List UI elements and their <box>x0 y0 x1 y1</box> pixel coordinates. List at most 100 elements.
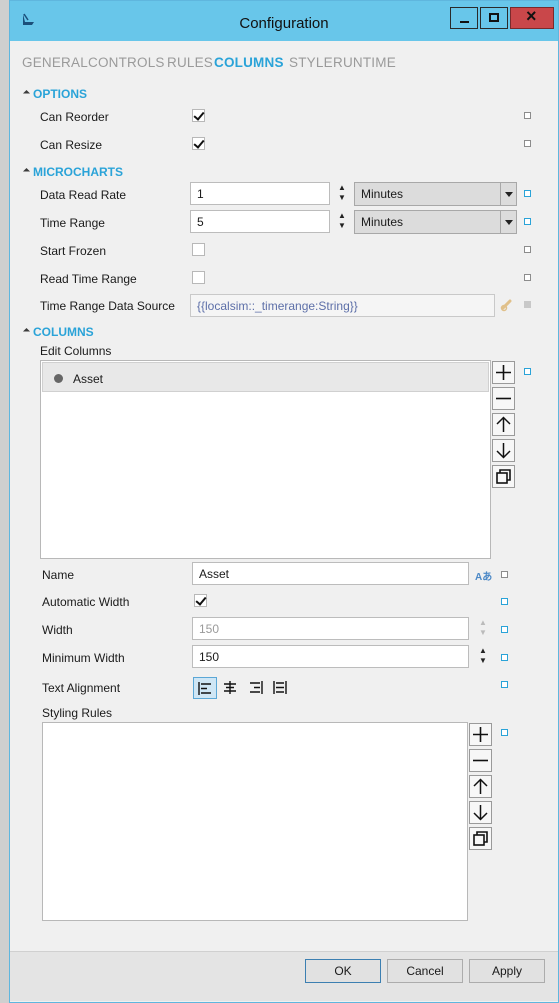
maximize-button[interactable] <box>480 7 508 29</box>
column-bullet-icon <box>54 374 63 383</box>
read-time-range-label: Read Time Range <box>40 272 137 286</box>
duplicate-column-button[interactable] <box>492 465 515 488</box>
data-read-rate-input[interactable]: 1 <box>190 182 330 205</box>
time-range-unit-value: Minutes <box>361 215 404 229</box>
minimize-icon <box>460 21 469 23</box>
collapse-triangle-icon <box>22 167 31 176</box>
minus-icon <box>473 759 488 762</box>
remove-styling-rule-button[interactable] <box>469 749 492 772</box>
tab-runtime[interactable]: RUNTIME <box>333 55 396 70</box>
can-resize-checkbox[interactable] <box>192 137 205 150</box>
options-header-label: OPTIONS <box>33 87 88 101</box>
minimum-width-spinner[interactable]: ▲ ▼ <box>478 646 488 668</box>
data-read-rate-binding-marker[interactable] <box>524 190 531 197</box>
title-bar[interactable]: Configuration × <box>10 1 558 41</box>
time-range-spinner[interactable]: ▲ ▼ <box>337 211 347 233</box>
automatic-width-checkbox[interactable] <box>194 594 207 607</box>
align-justify-button[interactable] <box>269 677 293 699</box>
microcharts-header-label: MICROCHARTS <box>33 165 123 179</box>
data-read-rate-unit-value: Minutes <box>361 187 404 201</box>
ok-button[interactable]: OK <box>305 959 381 983</box>
copy-icon <box>496 469 511 484</box>
styling-rules-binding-marker[interactable] <box>501 729 508 736</box>
add-styling-rule-button[interactable] <box>469 723 492 746</box>
styling-rules-list[interactable] <box>42 722 468 921</box>
duplicate-styling-rule-button[interactable] <box>469 827 492 850</box>
can-resize-label: Can Resize <box>40 138 103 152</box>
can-reorder-checkbox[interactable] <box>192 109 205 122</box>
width-binding-marker[interactable] <box>501 626 508 633</box>
can-reorder-label: Can Reorder <box>40 110 109 124</box>
columns-section-header[interactable]: COLUMNS <box>22 325 94 339</box>
minimize-button[interactable] <box>450 7 478 29</box>
text-alignment-label: Text Alignment <box>42 681 121 695</box>
read-time-range-binding-marker[interactable] <box>524 274 531 281</box>
collapse-triangle-icon <box>22 327 31 336</box>
time-range-data-source-label: Time Range Data Source <box>40 299 175 313</box>
tab-rules[interactable]: RULES <box>167 55 213 70</box>
align-right-icon <box>250 681 263 694</box>
add-column-button[interactable] <box>492 361 515 384</box>
remove-column-button[interactable] <box>492 387 515 410</box>
cancel-button[interactable]: Cancel <box>387 959 463 983</box>
configuration-dialog: Configuration × GENERAL CONTROLS RULES C… <box>9 0 559 1003</box>
align-justify-icon <box>273 681 287 694</box>
collapse-triangle-icon <box>22 89 31 98</box>
columns-binding-marker[interactable] <box>524 368 531 375</box>
move-styling-rule-down-button[interactable] <box>469 801 492 824</box>
minimum-width-input[interactable]: 150 <box>192 645 469 668</box>
data-read-rate-unit-select[interactable]: Minutes <box>354 182 517 206</box>
plus-icon <box>473 727 488 742</box>
column-name-input[interactable]: Asset <box>192 562 469 585</box>
close-button[interactable]: × <box>510 6 554 29</box>
width-spinner[interactable]: ▲ ▼ <box>478 618 488 640</box>
dropdown-arrow-icon <box>500 183 516 205</box>
tab-controls[interactable]: CONTROLS <box>88 55 165 70</box>
columns-list[interactable]: Asset <box>40 360 491 559</box>
link-icon[interactable] <box>500 298 514 312</box>
tab-general[interactable]: GENERAL <box>22 55 88 70</box>
apply-button[interactable]: Apply <box>469 959 545 983</box>
start-frozen-binding-marker[interactable] <box>524 246 531 253</box>
move-styling-rule-up-button[interactable] <box>469 775 492 798</box>
spellcheck-icon[interactable]: Aあ <box>475 568 492 583</box>
time-range-data-source-binding-marker[interactable] <box>524 301 531 308</box>
microcharts-section-header[interactable]: MICROCHARTS <box>22 165 123 179</box>
time-range-data-source-input[interactable]: {{localsim::_timerange:String}} <box>190 294 495 317</box>
move-column-down-button[interactable] <box>492 439 515 462</box>
column-name-binding-marker[interactable] <box>501 571 508 578</box>
data-read-rate-spinner[interactable]: ▲ ▼ <box>337 183 347 205</box>
time-range-input[interactable]: 5 <box>190 210 330 233</box>
close-icon: × <box>526 6 537 26</box>
list-item[interactable]: Asset <box>42 362 489 392</box>
width-label: Width <box>42 623 73 637</box>
align-left-button[interactable] <box>193 677 217 699</box>
align-center-button[interactable] <box>219 677 243 699</box>
start-frozen-checkbox[interactable] <box>192 243 205 256</box>
tab-columns[interactable]: COLUMNS <box>214 55 284 70</box>
options-section-header[interactable]: OPTIONS <box>22 87 88 101</box>
width-input[interactable]: 150 <box>192 617 469 640</box>
dropdown-arrow-icon <box>500 211 516 233</box>
minimum-width-binding-marker[interactable] <box>501 654 508 661</box>
read-time-range-checkbox[interactable] <box>192 271 205 284</box>
arrow-down-icon <box>473 805 488 821</box>
time-range-unit-select[interactable]: Minutes <box>354 210 517 234</box>
data-read-rate-label: Data Read Rate <box>40 188 127 202</box>
automatic-width-label: Automatic Width <box>42 595 130 609</box>
name-label: Name <box>42 568 75 582</box>
background-window-strip <box>0 0 9 1003</box>
text-alignment-binding-marker[interactable] <box>501 681 508 688</box>
list-item-label: Asset <box>73 372 104 386</box>
automatic-width-binding-marker[interactable] <box>501 598 508 605</box>
arrow-up-icon <box>473 778 488 794</box>
align-right-button[interactable] <box>245 677 269 699</box>
time-range-binding-marker[interactable] <box>524 218 531 225</box>
align-center-icon <box>224 681 236 694</box>
move-column-up-button[interactable] <box>492 413 515 436</box>
tab-style[interactable]: STYLE <box>289 55 333 70</box>
time-range-label: Time Range <box>40 216 105 230</box>
can-resize-binding-marker[interactable] <box>524 140 531 147</box>
styling-rules-label: Styling Rules <box>42 706 113 720</box>
can-reorder-binding-marker[interactable] <box>524 112 531 119</box>
